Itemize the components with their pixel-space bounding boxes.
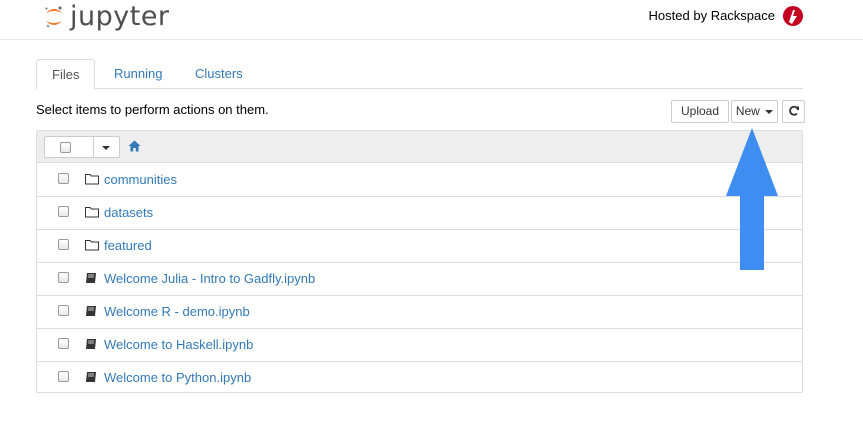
selection-hint: Select items to perform actions on them. — [36, 102, 269, 117]
folder-icon — [85, 240, 99, 251]
jupyter-logo-icon — [45, 6, 62, 28]
list-item[interactable]: featured — [37, 229, 802, 263]
dropdown-divider — [93, 137, 94, 157]
header: jupyter Hosted by Rackspace — [0, 0, 863, 40]
list-item[interactable]: communities — [37, 163, 802, 197]
logo-text: jupyter — [70, 1, 170, 32]
refresh-icon — [788, 105, 799, 116]
item-name[interactable]: featured — [104, 238, 152, 253]
item-name[interactable]: Welcome R - demo.ipynb — [104, 304, 250, 319]
file-list: communities datasets featured Welcome Ju… — [36, 130, 803, 393]
row-checkbox[interactable] — [58, 173, 69, 184]
list-item[interactable]: Welcome Julia - Intro to Gadfly.ipynb — [37, 262, 802, 296]
home-icon[interactable] — [128, 140, 141, 152]
item-name[interactable]: Welcome to Python.ipynb — [104, 370, 251, 385]
upload-button[interactable]: Upload — [671, 100, 729, 123]
jupyter-logo[interactable]: jupyter — [44, 1, 170, 33]
tab-files[interactable]: Files — [36, 59, 96, 90]
tab-running[interactable]: Running — [99, 59, 177, 87]
list-item[interactable]: Welcome to Haskell.ipynb — [37, 328, 802, 362]
notebook-icon — [86, 339, 96, 349]
item-name[interactable]: Welcome Julia - Intro to Gadfly.ipynb — [104, 271, 315, 286]
chevron-down-icon — [765, 109, 774, 114]
notebook-icon — [86, 372, 96, 382]
list-item[interactable]: Welcome R - demo.ipynb — [37, 295, 802, 329]
tab-clusters[interactable]: Clusters — [180, 59, 258, 87]
row-checkbox[interactable] — [58, 338, 69, 349]
annotation-arrow-icon — [726, 128, 778, 270]
row-checkbox[interactable] — [58, 305, 69, 316]
notebook-icon — [86, 306, 96, 316]
row-checkbox[interactable] — [58, 272, 69, 283]
select-all-checkbox[interactable] — [60, 142, 71, 153]
file-list-header — [37, 131, 802, 163]
new-label: New — [735, 104, 760, 118]
item-name[interactable]: communities — [104, 172, 177, 187]
hosted-by-text: Hosted by Rackspace — [648, 8, 775, 23]
folder-icon — [85, 174, 99, 185]
select-all-dropdown[interactable] — [44, 136, 120, 158]
chevron-down-icon[interactable] — [102, 146, 110, 150]
row-checkbox[interactable] — [58, 371, 69, 382]
item-name[interactable]: datasets — [104, 205, 153, 220]
new-button[interactable]: New — [731, 100, 778, 123]
notebook-icon — [86, 273, 96, 283]
tab-bar: Files Running Clusters — [36, 59, 803, 90]
row-checkbox[interactable] — [58, 239, 69, 250]
folder-icon — [85, 207, 99, 218]
rackspace-logo-icon[interactable] — [781, 4, 805, 31]
upload-label: Upload — [680, 104, 720, 118]
row-checkbox[interactable] — [58, 206, 69, 217]
refresh-button[interactable] — [782, 100, 805, 123]
list-item[interactable]: datasets — [37, 196, 802, 230]
list-item[interactable]: Welcome to Python.ipynb — [37, 361, 802, 394]
item-name[interactable]: Welcome to Haskell.ipynb — [104, 337, 253, 352]
